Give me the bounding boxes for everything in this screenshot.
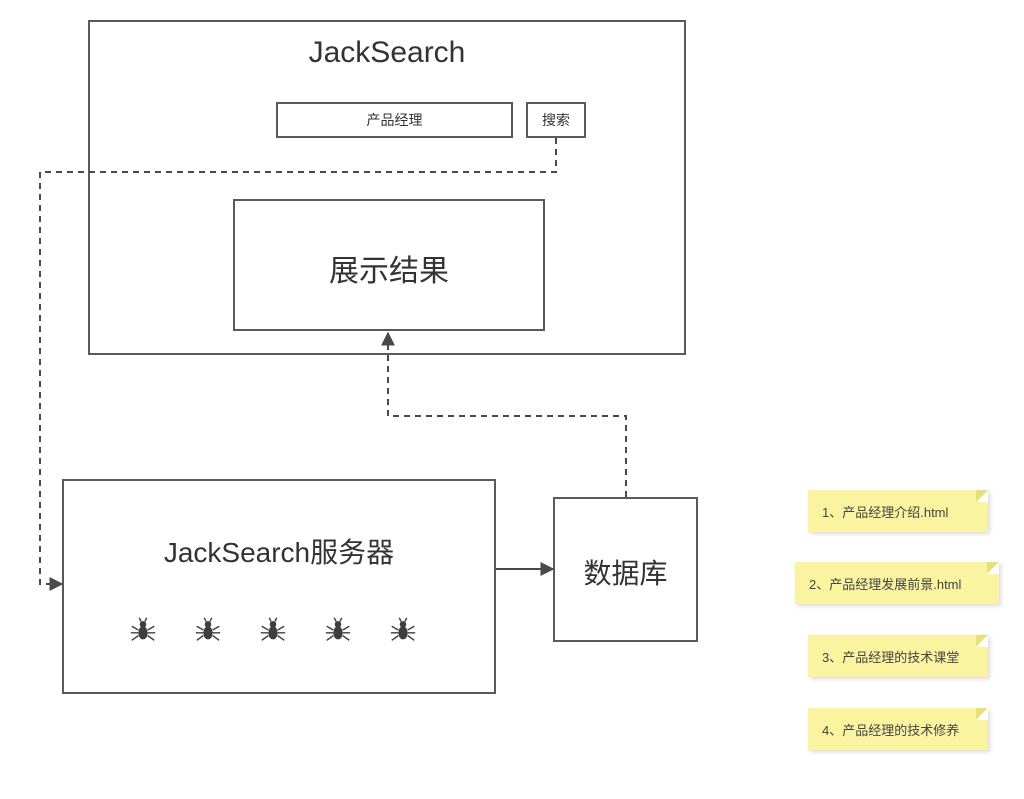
note-text: 4、产品经理的技术修养 [822,720,959,739]
note-text: 2、产品经理发展前景.html [809,574,961,593]
database-label: 数据库 [553,552,698,592]
note-2: 2、产品经理发展前景.html [795,562,999,604]
note-1: 1、产品经理介绍.html [808,490,988,532]
search-input-value: 产品经理 [276,110,513,130]
server-title: JackSearch服务器 [62,531,496,571]
client-title: JackSearch [88,36,686,70]
crawler-icon [388,615,418,645]
results-label: 展示结果 [233,246,545,290]
search-button-label: 搜索 [526,110,586,130]
note-4: 4、产品经理的技术修养 [808,708,988,750]
server-box [62,479,496,694]
crawler-icon [258,615,288,645]
crawler-icon [193,615,223,645]
note-3: 3、产品经理的技术课堂 [808,635,988,677]
crawler-icon [323,615,353,645]
note-text: 1、产品经理介绍.html [822,502,948,521]
note-text: 3、产品经理的技术课堂 [822,647,959,666]
crawler-icon [128,615,158,645]
